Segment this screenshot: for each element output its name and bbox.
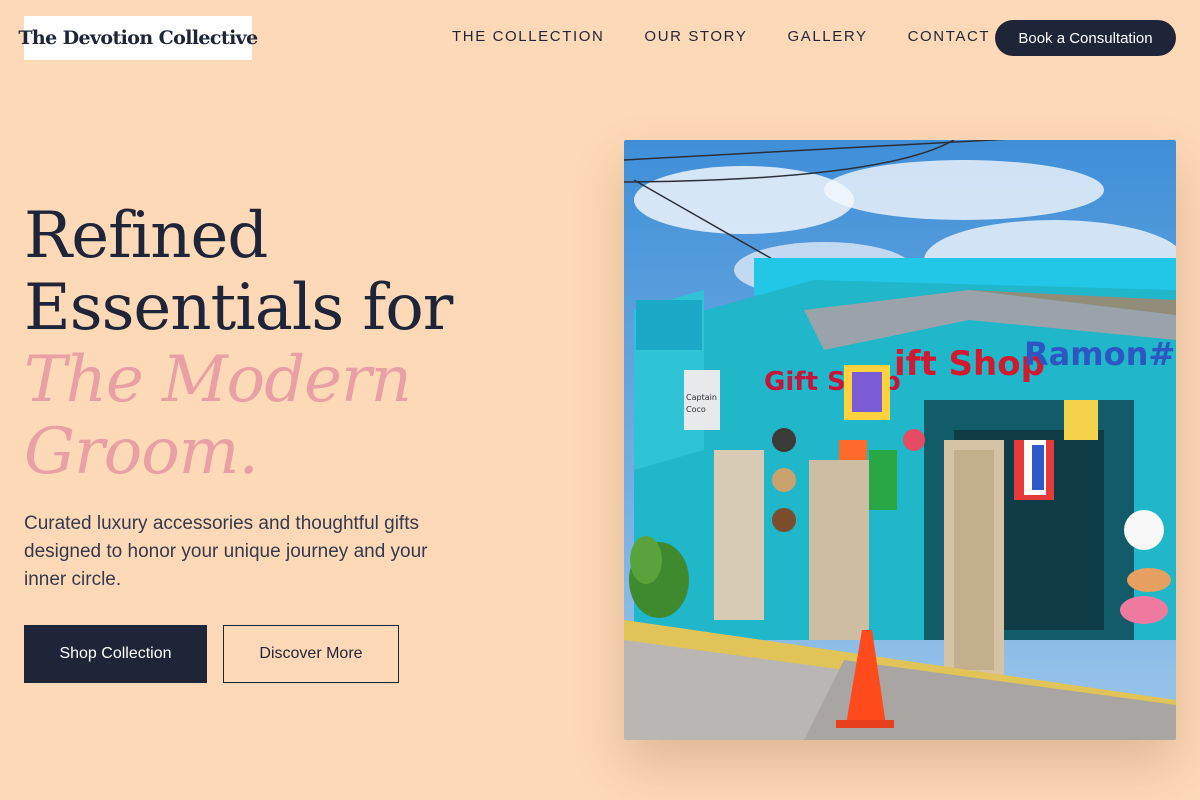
nav-link-gallery[interactable]: GALLERY: [787, 28, 867, 46]
discover-more-button[interactable]: Discover More: [223, 625, 399, 683]
hero-title-line: Refined: [24, 199, 268, 273]
svg-text:Ramon#1: Ramon#1: [1024, 335, 1176, 373]
brand-logo[interactable]: The Devotion Collective: [18, 16, 258, 60]
svg-text:ift Shop: ift Shop: [894, 344, 1045, 384]
nav-link-our-story[interactable]: OUR STORY: [644, 28, 747, 46]
nav-link-contact[interactable]: CONTACT: [908, 28, 991, 46]
hero-image: Gift Shop ift Shop Ramon#1 Captain Coco: [624, 140, 1176, 740]
hero-title-line: Essentials for: [24, 271, 453, 345]
hero-title-accent: The Modern: [24, 343, 412, 417]
book-consultation-button[interactable]: Book a Consultation: [995, 20, 1176, 56]
hero-title: Refined Essentials for The Modern Groom.: [24, 199, 453, 489]
hero-description: Curated luxury accessories and thoughtfu…: [24, 513, 428, 590]
svg-text:Captain: Captain: [686, 393, 717, 402]
main-nav: THE COLLECTION OUR STORY GALLERY CONTACT: [452, 28, 1030, 46]
shop-collection-button[interactable]: Shop Collection: [24, 625, 207, 683]
svg-text:Coco: Coco: [686, 405, 706, 414]
nav-link-collection[interactable]: THE COLLECTION: [452, 28, 604, 46]
hero-title-accent: Groom.: [24, 415, 259, 489]
